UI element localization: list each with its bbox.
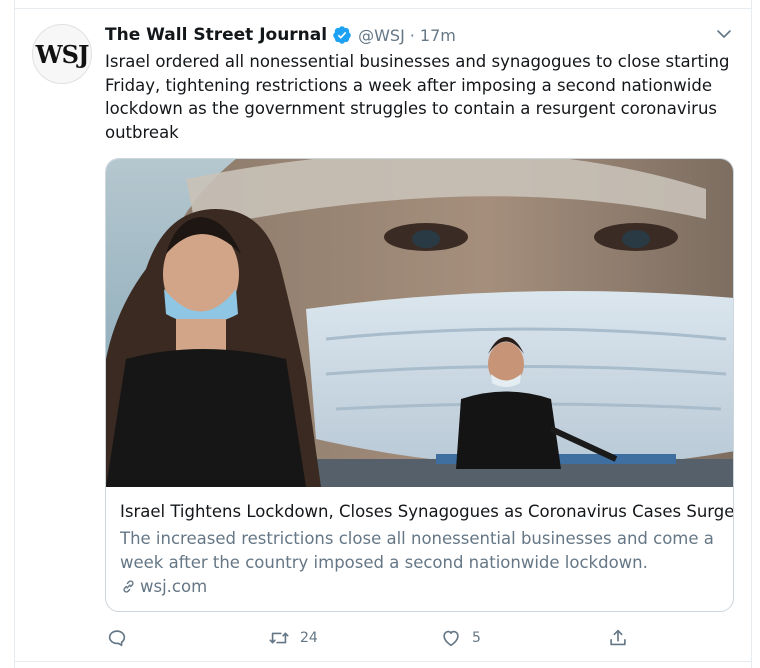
avatar[interactable]: WSJ [32, 24, 92, 84]
verified-badge-icon [332, 25, 352, 45]
like-icon [443, 630, 459, 647]
card-title: Israel Tightens Lockdown, Closes Synagog… [120, 502, 734, 521]
reply-icon [108, 630, 126, 647]
card-domain: wsj.com [120, 577, 207, 596]
separator-dot: · [409, 25, 415, 45]
display-name[interactable]: The Wall Street Journal [105, 25, 327, 45]
bottom-divider [14, 661, 752, 662]
card-description: The increased restrictions close all non… [120, 529, 714, 572]
action-bar: 24 5 [0, 624, 760, 652]
timestamp[interactable]: 17m [420, 26, 456, 45]
chevron-down-icon[interactable] [714, 24, 734, 44]
top-divider [14, 8, 752, 9]
retweet-icon [269, 632, 289, 644]
reply-button[interactable] [106, 624, 138, 652]
tweet-text: Israel ordered all nonessential business… [105, 52, 730, 142]
share-icon [610, 629, 626, 646]
handle[interactable]: @WSJ [358, 26, 405, 45]
avatar-logo-text: WSJ [35, 39, 90, 69]
card-domain-text: wsj.com [140, 577, 208, 596]
link-card[interactable]: Israel Tightens Lockdown, Closes Synagog… [105, 158, 734, 612]
share-button[interactable] [607, 624, 629, 652]
tweet-header: The Wall Street Journal @WSJ · 17m [105, 22, 456, 48]
like-count: 5 [472, 630, 481, 646]
retweet-count: 24 [300, 630, 318, 646]
like-button[interactable]: 5 [440, 624, 481, 652]
link-icon [120, 578, 137, 595]
retweet-button[interactable]: 24 [268, 624, 318, 652]
card-image [106, 159, 733, 487]
